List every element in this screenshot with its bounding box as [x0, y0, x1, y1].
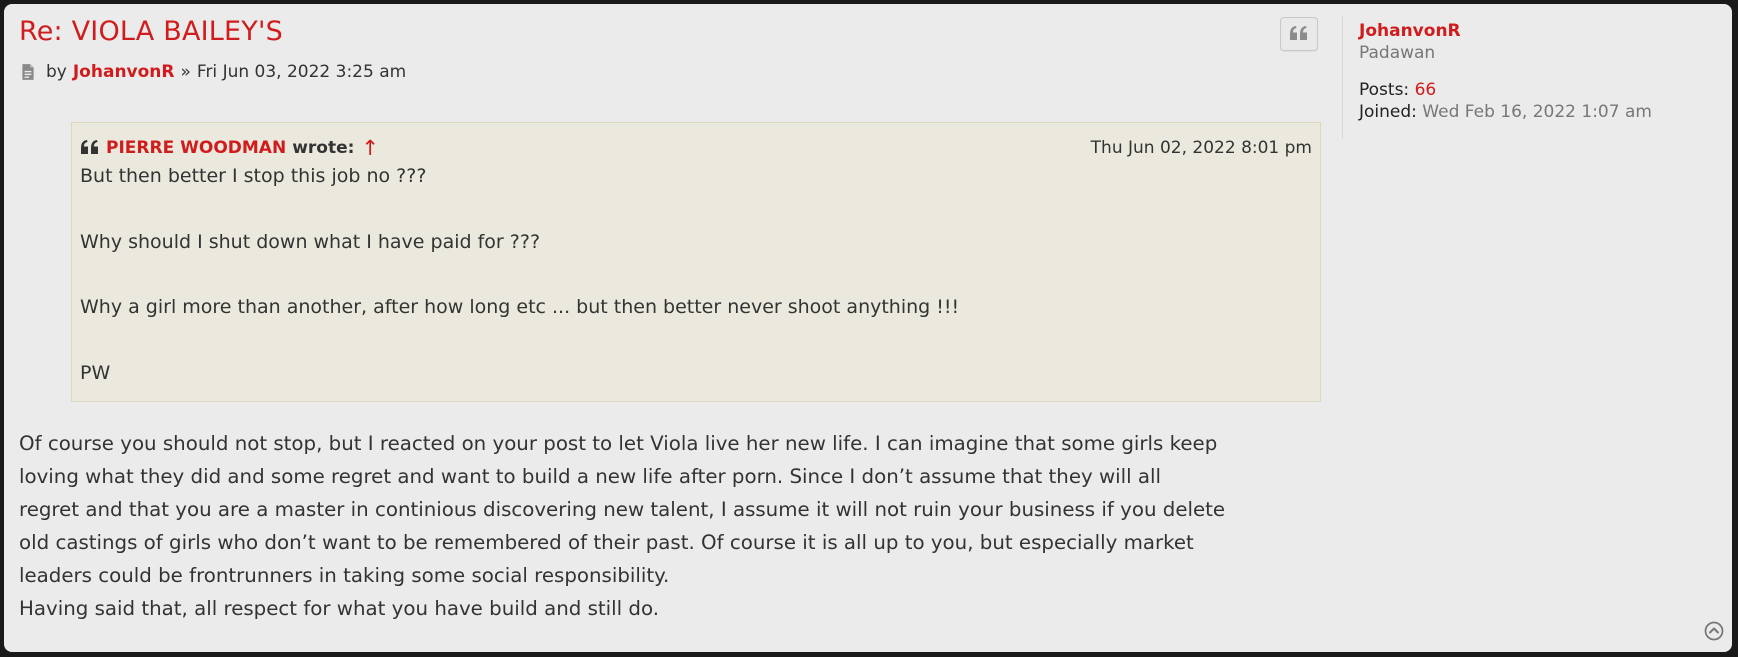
post-title[interactable]: Re: VIOLA BAILEY'S — [19, 16, 283, 47]
post-profile: JohanvonR Padawan Posts: 66 Joined: Wed … — [1342, 16, 1712, 139]
wrote-label: wrote: — [292, 138, 355, 158]
quote-button[interactable] — [1280, 17, 1318, 51]
quote-line: PW — [80, 361, 111, 384]
content-line: regret and that you are a master in cont… — [19, 498, 1226, 521]
posts-count-link[interactable]: 66 — [1415, 80, 1437, 100]
profile-joined: Joined: Wed Feb 16, 2022 1:07 am — [1359, 101, 1712, 123]
separator: » — [180, 62, 191, 82]
post-date: Fri Jun 03, 2022 3:25 am — [196, 62, 407, 82]
posts-label: Posts: — [1359, 80, 1410, 100]
joined-label: Joined: — [1359, 102, 1417, 122]
profile-username-link[interactable]: JohanvonR — [1359, 20, 1712, 42]
profile-rank: Padawan — [1359, 43, 1436, 63]
back-to-top-icon[interactable] — [1704, 621, 1724, 641]
quote-icon — [81, 140, 98, 154]
quote-line: Why a girl more than another, after how … — [80, 296, 960, 318]
quote-line: Why should I shut down what I have paid … — [80, 230, 541, 253]
forum-post: Re: VIOLA BAILEY'S by JohanvonR » Fri Ju… — [4, 4, 1732, 652]
by-label: by — [46, 62, 67, 82]
content-line: leaders could be frontrunners in taking … — [19, 564, 670, 587]
post-author-link[interactable]: JohanvonR — [73, 62, 175, 82]
content-line: old castings of girls who don’t want to … — [19, 531, 1194, 554]
quote-header: PIERRE WOODMAN wrote: ↑ Thu Jun 02, 2022… — [80, 137, 1312, 158]
profile-posts: Posts: 66 — [1359, 79, 1712, 101]
content-line: Having said that, all respect for what y… — [19, 597, 660, 620]
quote-icon — [1290, 26, 1307, 40]
post-author-line: by JohanvonR » Fri Jun 03, 2022 3:25 am — [19, 62, 406, 82]
quote-block: PIERRE WOODMAN wrote: ↑ Thu Jun 02, 2022… — [71, 122, 1321, 402]
quote-author-link[interactable]: PIERRE WOODMAN — [106, 138, 286, 158]
content-line: Of course you should not stop, but I rea… — [19, 432, 1218, 455]
quote-line: But then better I stop this job no ??? — [80, 165, 427, 187]
view-quoted-post-arrow[interactable]: ↑ — [361, 137, 379, 158]
quote-date: Thu Jun 02, 2022 8:01 pm — [1090, 138, 1312, 158]
joined-date: Wed Feb 16, 2022 1:07 am — [1422, 102, 1652, 122]
content-line: loving what they did and some regret and… — [19, 465, 1162, 488]
document-icon[interactable] — [19, 63, 37, 81]
quote-text: But then better I stop this job no ??? W… — [80, 165, 959, 427]
post-content: Of course you should not stop, but I rea… — [19, 427, 1309, 625]
